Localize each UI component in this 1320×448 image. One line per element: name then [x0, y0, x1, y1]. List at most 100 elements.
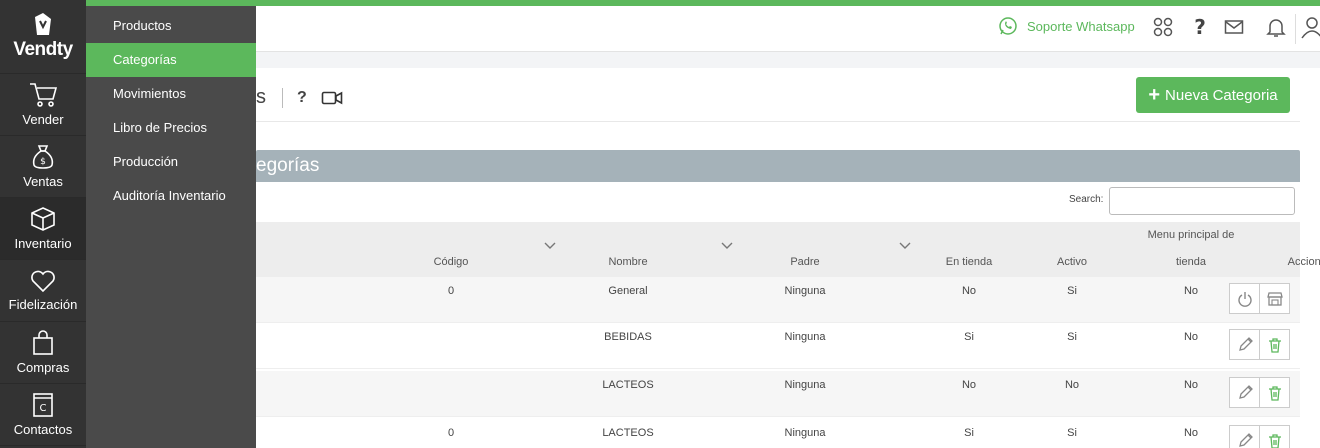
store-icon	[1266, 291, 1283, 306]
cell-padre: Ninguna	[784, 285, 826, 297]
sidebar-item-label: Compras	[16, 360, 70, 375]
th-menu-principal[interactable]: Menu principal de	[1141, 229, 1241, 241]
edit-button[interactable]	[1229, 425, 1260, 448]
pencil-icon	[1238, 432, 1253, 447]
trash-icon	[1268, 433, 1281, 448]
cell-codigo: 0	[447, 427, 455, 439]
cell-en-tienda: No	[961, 285, 977, 297]
cart-icon	[30, 83, 57, 107]
submenu-item-movimientos[interactable]: Movimientos	[86, 77, 256, 111]
new-category-button[interactable]: + Nueva Categoria	[1136, 77, 1290, 113]
cell-menu: No	[1183, 427, 1199, 439]
page-help-link[interactable]: ?	[297, 89, 307, 107]
cell-en-tienda: Si	[964, 427, 974, 439]
power-icon	[1237, 291, 1252, 307]
th-padre[interactable]: Padre	[760, 256, 850, 268]
sidebar: Vendty Vender $ Ventas Inventario Fideli…	[0, 0, 86, 448]
cell-menu: No	[1183, 331, 1199, 343]
video-camera-icon[interactable]	[321, 90, 343, 106]
submenu-item-auditoria[interactable]: Auditoría Inventario	[86, 179, 256, 213]
panel-title: egorías	[256, 150, 1300, 182]
table-row: 0 LACTEOS Ninguna Si Si No	[256, 419, 1300, 448]
th-menu-principal-line2: tienda	[1176, 256, 1206, 268]
panel-title-text: egorías	[256, 155, 320, 176]
cell-activo: Si	[1067, 427, 1077, 439]
table-row: 0 General Ninguna No Si No	[256, 277, 1300, 323]
box-icon	[31, 207, 55, 231]
plus-icon: +	[1148, 84, 1161, 106]
inventory-submenu: Productos Categorías Movimientos Libro d…	[86, 6, 256, 448]
mail-icon[interactable]	[1224, 18, 1244, 36]
table-row: BEBIDAS Ninguna Si Si No	[256, 323, 1300, 369]
th-activo[interactable]: Activo	[1042, 256, 1102, 268]
table-row: LACTEOS Ninguna No No No	[256, 371, 1300, 417]
sidebar-item-label: Ventas	[23, 174, 63, 189]
whatsapp-support-link[interactable]: Soporte Whatsapp	[998, 16, 1135, 36]
shopping-bag-icon	[33, 330, 53, 355]
sidebar-item-fidelizacion[interactable]: Fidelización	[0, 260, 86, 322]
th-codigo[interactable]: Código	[406, 256, 496, 268]
edit-button[interactable]	[1229, 329, 1260, 360]
submenu-item-categorias[interactable]: Categorías	[86, 43, 256, 77]
cell-en-tienda: Si	[964, 331, 974, 343]
sidebar-item-vender[interactable]: Vender	[0, 74, 86, 136]
page-title: s	[256, 86, 266, 108]
sort-chevron-icon[interactable]	[721, 242, 733, 250]
sort-chevron-icon[interactable]	[544, 242, 556, 250]
pencil-icon	[1238, 336, 1253, 351]
bell-icon[interactable]	[1266, 16, 1286, 38]
edit-button[interactable]	[1229, 377, 1260, 408]
cell-nombre: LACTEOS	[602, 427, 654, 439]
th-nombre[interactable]: Nombre	[583, 256, 673, 268]
cell-nombre: BEBIDAS	[604, 331, 652, 343]
heart-icon	[31, 270, 55, 293]
svg-text:$: $	[40, 157, 46, 167]
contacts-icon: C	[33, 393, 53, 417]
brand-name: Vendty	[13, 38, 73, 60]
svg-text:?: ?	[1194, 15, 1206, 39]
user-icon[interactable]	[1300, 16, 1320, 40]
th-en-tienda[interactable]: En tienda	[924, 256, 1014, 268]
trash-icon	[1268, 337, 1281, 353]
toggle-power-button[interactable]	[1229, 283, 1260, 314]
delete-button[interactable]	[1259, 425, 1290, 448]
sidebar-item-inventario[interactable]: Inventario	[0, 198, 86, 260]
brand-logo[interactable]: Vendty	[0, 0, 86, 74]
cell-en-tienda: No	[961, 379, 977, 391]
th-acciones: Acciones	[1287, 256, 1320, 268]
support-label: Soporte Whatsapp	[1027, 18, 1135, 34]
cell-nombre: LACTEOS	[602, 379, 654, 391]
delete-button[interactable]	[1259, 329, 1290, 360]
pencil-icon	[1238, 384, 1253, 399]
search-label: Search:	[1069, 194, 1104, 205]
submenu-item-productos[interactable]: Productos	[86, 9, 256, 43]
sidebar-item-contactos[interactable]: C Contactos	[0, 384, 86, 446]
sidebar-item-ventas[interactable]: $ Ventas	[0, 136, 86, 198]
search-input[interactable]	[1109, 187, 1295, 215]
cell-activo: Si	[1067, 331, 1077, 343]
cell-codigo: 0	[447, 285, 455, 297]
submenu-item-produccion[interactable]: Producción	[86, 145, 256, 179]
store-button[interactable]	[1259, 283, 1290, 314]
trash-icon	[1268, 385, 1281, 401]
submenu-item-libro-precios[interactable]: Libro de Precios	[86, 111, 256, 145]
cell-padre: Ninguna	[784, 331, 826, 343]
svg-text:C: C	[40, 403, 47, 414]
cell-activo: Si	[1067, 285, 1077, 297]
apps-grid-icon[interactable]	[1153, 15, 1173, 39]
new-category-label: Nueva Categoria	[1165, 86, 1278, 104]
table-header: Código Nombre Padre En tienda Activo Men…	[256, 222, 1320, 277]
sidebar-item-label: Inventario	[14, 236, 72, 251]
top-bar: Soporte Whatsapp ?	[86, 6, 1320, 52]
whatsapp-icon	[999, 17, 1017, 35]
cell-activo: No	[1064, 379, 1080, 391]
page-header: s ?	[256, 86, 343, 109]
cell-padre: Ninguna	[784, 427, 826, 439]
help-icon[interactable]: ?	[1191, 15, 1209, 39]
sidebar-item-compras[interactable]: Compras	[0, 322, 86, 384]
cell-menu: No	[1183, 285, 1199, 297]
delete-button[interactable]	[1259, 377, 1290, 408]
sidebar-item-label: Fidelización	[8, 297, 78, 312]
vendty-logo-icon	[35, 12, 51, 35]
sort-chevron-icon[interactable]	[899, 242, 911, 250]
